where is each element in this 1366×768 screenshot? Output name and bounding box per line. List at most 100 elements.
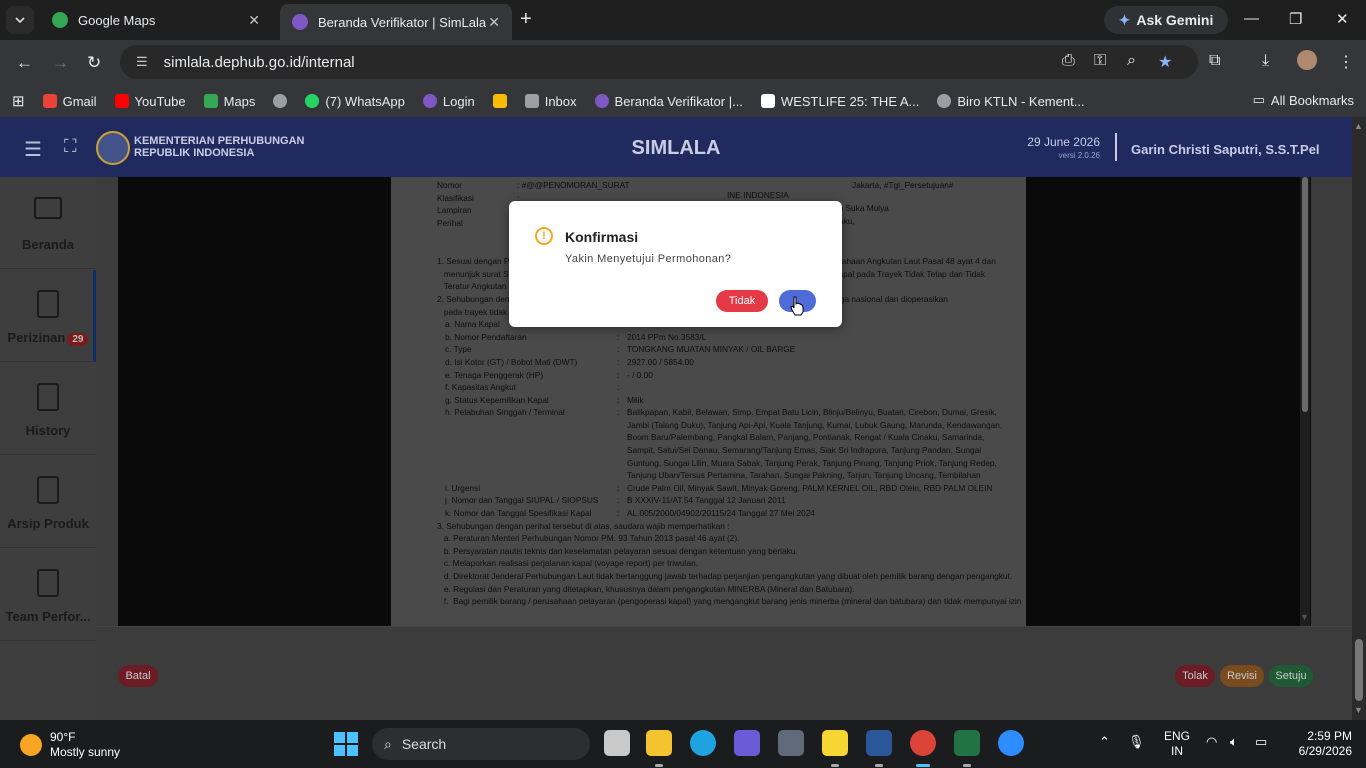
- gemini-label: Ask Gemini: [1136, 12, 1214, 28]
- user-name[interactable]: Garin Christi Saputri, S.S.T.Pel: [1131, 142, 1320, 157]
- maps-icon: [52, 12, 68, 28]
- bookmark-star-icon[interactable]: ★: [1158, 52, 1172, 72]
- close-window-icon[interactable]: ✕: [1336, 10, 1349, 28]
- close-icon[interactable]: ✕: [488, 14, 500, 31]
- bookmark-westlife[interactable]: WESTLIFE 25: THE A...: [760, 94, 919, 109]
- zoom-app-icon[interactable]: [998, 730, 1024, 756]
- download-icon[interactable]: ⤓: [1262, 52, 1269, 70]
- word-icon[interactable]: [866, 730, 892, 756]
- url-text: simlala.dephub.go.id/internal: [163, 53, 355, 71]
- scrollbar-thumb[interactable]: [1302, 177, 1308, 412]
- whatsapp-icon: [305, 94, 320, 108]
- excel-icon[interactable]: [954, 730, 980, 756]
- viewer-scrollbar[interactable]: [1300, 177, 1310, 626]
- sidebar-item-team-performance[interactable]: Team Perfor...: [0, 549, 96, 641]
- hand-cursor-icon: [790, 296, 804, 316]
- back-icon[interactable]: ←: [16, 53, 33, 73]
- bookmark-beranda[interactable]: Beranda Verifikator |...: [594, 94, 743, 109]
- monitor-icon: [34, 197, 62, 219]
- tolak-button[interactable]: Tolak: [1175, 665, 1215, 687]
- bookmark-login[interactable]: Login: [422, 94, 475, 109]
- menu-kebab-icon[interactable]: ⋮: [1338, 52, 1354, 72]
- ship-data-row: c. Type: TONGKANG MUATAN MINYAK / OIL BAR…: [437, 343, 1004, 356]
- page-scrollbar[interactable]: ▲ ▼: [1352, 117, 1366, 720]
- sidebar-item-perizinan[interactable]: Perizinan 29: [0, 270, 96, 362]
- bookmark-gmail[interactable]: Gmail: [42, 94, 97, 109]
- scroll-down-arrow-icon[interactable]: ▼: [1300, 612, 1309, 622]
- sidebar-item-history[interactable]: History: [0, 363, 96, 455]
- apps-grid-icon[interactable]: ⊞: [12, 92, 25, 110]
- inbox-icon: [524, 94, 539, 108]
- bookmark-maps[interactable]: Maps: [203, 94, 255, 109]
- tab-title: Beranda Verifikator | SimLala: [318, 14, 487, 30]
- password-key-icon[interactable]: ⚿: [1094, 52, 1106, 70]
- chevron-up-icon[interactable]: ⌃: [1099, 734, 1110, 750]
- bookmark-whatsapp[interactable]: (7) WhatsApp: [305, 94, 405, 109]
- setuju-button[interactable]: Setuju: [1269, 665, 1313, 687]
- speaker-icon[interactable]: 🔈︎: [1230, 734, 1238, 750]
- weather-text: 90°F Mostly sunny: [50, 730, 120, 760]
- battery-icon[interactable]: ▭: [1255, 734, 1267, 750]
- batal-button[interactable]: Batal: [118, 665, 158, 687]
- tab-google-maps[interactable]: Google Maps ✕: [40, 4, 272, 36]
- doc-line: e. Regulasi dan Peraturan yang ditetapka…: [437, 583, 855, 594]
- document-icon: [37, 290, 59, 318]
- file-explorer-icon[interactable]: [646, 730, 672, 756]
- system-clock[interactable]: 2:59 PM 6/29/2026: [1292, 729, 1352, 759]
- scrollbar-thumb[interactable]: [1355, 639, 1363, 701]
- forward-icon[interactable]: →: [52, 53, 69, 73]
- bookmark-globe[interactable]: [273, 94, 288, 108]
- start-button[interactable]: [334, 732, 358, 756]
- sidebar-item-label: Team Perfor...: [5, 609, 91, 624]
- bookmark-youtube[interactable]: YouTube: [114, 93, 186, 109]
- sidebar-item-beranda[interactable]: Beranda: [0, 177, 96, 269]
- task-view-icon[interactable]: [604, 730, 630, 756]
- globe-icon: [273, 94, 288, 108]
- reload-icon[interactable]: ↻: [87, 53, 101, 73]
- camera-icon[interactable]: [778, 730, 804, 756]
- ship-data-key: b. Nomor Pendaftaran: [445, 331, 527, 342]
- lang-secondary: IN: [1171, 744, 1183, 758]
- site-info-icon[interactable]: ☰: [136, 54, 148, 70]
- all-bookmarks[interactable]: ▭ All Bookmarks: [1253, 92, 1354, 108]
- profile-avatar[interactable]: [1297, 50, 1317, 70]
- doc-line: c. Melaporkan realisasi perjalanan kapal…: [437, 558, 699, 569]
- bookmark-label: YouTube: [134, 93, 186, 109]
- ship-data-key: k. Nomor dan Tanggal Spesifikasi Kapal: [445, 508, 592, 519]
- document-icon: [37, 569, 59, 597]
- copilot-icon[interactable]: [734, 730, 760, 756]
- revisi-button[interactable]: Revisi: [1220, 665, 1264, 687]
- restore-icon[interactable]: ❐: [1289, 10, 1302, 28]
- tab-search-button[interactable]: [6, 6, 34, 34]
- minimize-icon[interactable]: —: [1244, 10, 1259, 27]
- sidebar-item-arsip-produk[interactable]: Arsip Produk: [0, 456, 96, 548]
- weather-widget[interactable]: 90°F Mostly sunny: [20, 730, 120, 760]
- extensions-icon[interactable]: ⧉: [1209, 52, 1220, 70]
- ship-data-key: h. Pelabuhan Singgah / Terminal: [445, 407, 565, 418]
- bookmark-biro-ktln[interactable]: Biro KTLN - Kement...: [937, 94, 1085, 109]
- taskbar-search[interactable]: ⌕ Search: [372, 728, 590, 760]
- ship-data-sep: :: [617, 482, 620, 493]
- sticky-notes-icon[interactable]: [822, 730, 848, 756]
- scroll-down-arrow-icon[interactable]: ▼: [1354, 705, 1363, 715]
- gmail-icon: [42, 94, 57, 108]
- bookmark-inbox[interactable]: Inbox: [524, 94, 577, 109]
- address-bar[interactable]: ☰ simlala.dephub.go.id/internal: [120, 45, 1198, 79]
- scroll-up-arrow-icon[interactable]: ▲: [1354, 121, 1363, 131]
- bookmark-pinwheel[interactable]: [492, 94, 507, 108]
- ask-gemini-button[interactable]: ✦ Ask Gemini: [1104, 6, 1228, 34]
- close-icon[interactable]: ✕: [248, 12, 260, 29]
- edge-icon[interactable]: [690, 730, 716, 756]
- new-tab-button[interactable]: +: [520, 8, 532, 31]
- tidak-button[interactable]: Tidak: [716, 290, 768, 312]
- doc-line: f. Bagi pemilik barang / perusahaan pela…: [437, 596, 1022, 607]
- ship-data-sep: :: [617, 394, 620, 405]
- mic-icon[interactable]: 🎙︎: [1128, 734, 1145, 750]
- ship-data-key: f. Kapasitas Angkut: [445, 382, 517, 393]
- tab-simlala[interactable]: Beranda Verifikator | SimLala ✕: [280, 4, 512, 40]
- zoom-icon[interactable]: ⌕: [1127, 52, 1136, 70]
- chrome-icon[interactable]: [910, 730, 936, 756]
- language-indicator[interactable]: ENG IN: [1164, 729, 1190, 759]
- install-app-icon[interactable]: ⎙: [1062, 52, 1075, 70]
- wifi-icon[interactable]: ◠: [1206, 734, 1217, 750]
